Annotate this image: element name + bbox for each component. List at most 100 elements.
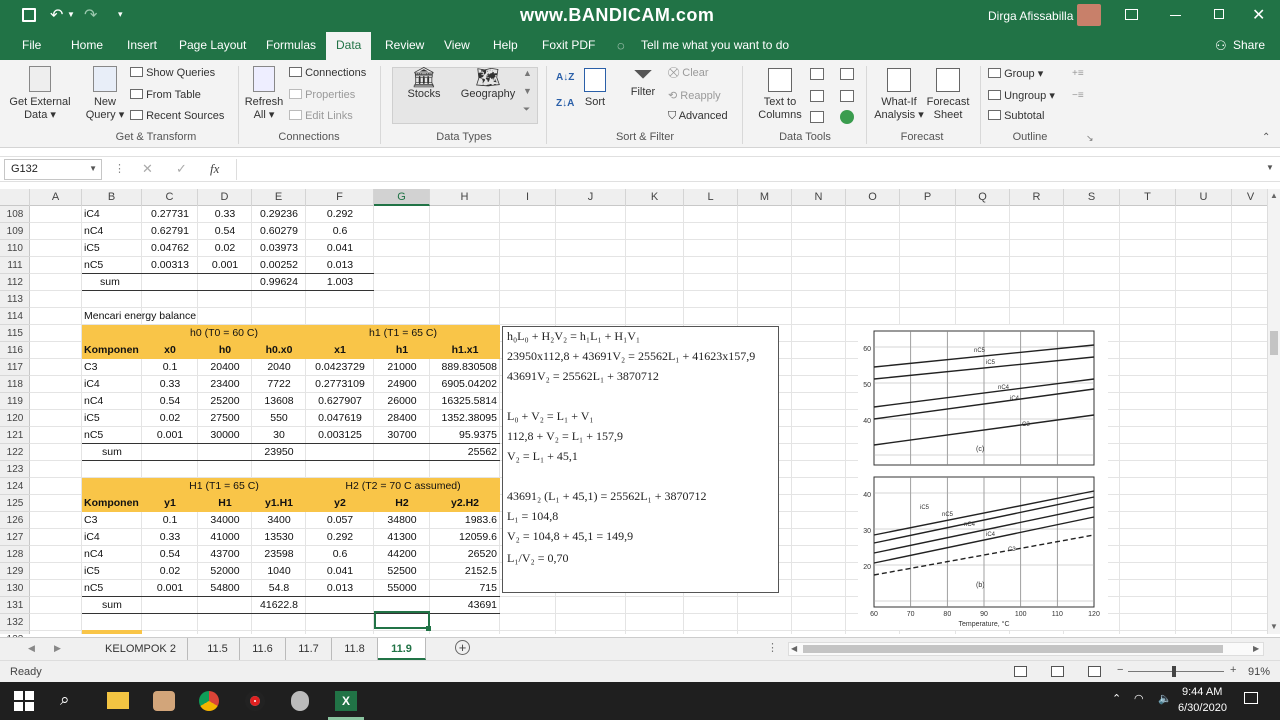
consolidate-icon[interactable] — [840, 68, 854, 80]
section-title[interactable]: Mencari energy balance — [82, 308, 282, 325]
redo-icon[interactable]: ↷ — [84, 5, 97, 25]
equation-textbox[interactable]: h₀L₀ + H₂V₂ = h₁L₁ + H₁V₁ 23950x112,8 + 4… — [502, 326, 779, 593]
table-cell[interactable]: 26000 — [374, 393, 430, 410]
table-cell[interactable]: 0.057 — [306, 512, 374, 529]
table-cell[interactable] — [374, 444, 430, 461]
row-header-115[interactable]: 115 — [0, 325, 30, 342]
row-header-124[interactable]: 124 — [0, 478, 30, 495]
table-cell[interactable]: 25200 — [198, 393, 252, 410]
tab-help[interactable]: Help — [493, 38, 518, 52]
group-header-right[interactable]: h1 (T1 = 65 C) — [306, 325, 500, 342]
table-cell[interactable]: 95.9375 — [430, 427, 500, 444]
table-cell[interactable]: 12059.6 — [430, 529, 500, 546]
page-layout-view-icon[interactable] — [1051, 666, 1064, 677]
show-detail-icon[interactable]: +≡ — [1072, 68, 1084, 79]
app-icon[interactable] — [291, 691, 309, 711]
table-cell[interactable]: 0.33 — [142, 529, 198, 546]
component-name[interactable]: nC5 — [82, 580, 142, 597]
ribbon-display-icon[interactable] — [1125, 9, 1138, 20]
table-cell[interactable] — [306, 597, 374, 614]
component-name[interactable]: iC5 — [82, 410, 142, 427]
row-header-116[interactable]: 116 — [0, 342, 30, 359]
minimize-icon[interactable] — [1170, 15, 1181, 16]
new-sheet-icon[interactable]: + — [455, 640, 470, 655]
column-header-l[interactable]: L — [684, 189, 738, 206]
close-icon[interactable]: ✕ — [1252, 5, 1265, 25]
table-cell[interactable]: 13530 — [252, 529, 306, 546]
advanced-button[interactable]: ⛉ Advanced — [668, 110, 728, 123]
relationships-icon[interactable] — [840, 90, 854, 102]
tab-data[interactable]: Data — [326, 32, 372, 60]
normal-view-icon[interactable] — [1014, 666, 1027, 677]
column-header-r[interactable]: R — [1010, 189, 1064, 206]
cancel-entry-icon[interactable]: ✕ — [142, 161, 153, 177]
table-cell[interactable]: 0.02 — [198, 240, 252, 257]
table-cell[interactable] — [198, 597, 252, 614]
table-cell[interactable]: 0.00252 — [252, 257, 306, 274]
tab-split-icon[interactable]: ⋮ — [767, 641, 778, 654]
scroll-up-icon[interactable]: ▲ — [1270, 191, 1278, 200]
recent-sources-button[interactable]: Recent Sources — [130, 110, 224, 122]
group-header-left[interactable]: h0 (T0 = 60 C) — [142, 325, 306, 342]
table-cell[interactable]: 27500 — [198, 410, 252, 427]
row-header-119[interactable]: 119 — [0, 393, 30, 410]
row-header-130[interactable]: 130 — [0, 580, 30, 597]
show-queries-button[interactable]: Show Queries — [130, 67, 215, 79]
table-cell[interactable]: 0.02 — [142, 563, 198, 580]
row-header-117[interactable]: 117 — [0, 359, 30, 376]
group-button[interactable]: Group ▾ — [988, 67, 1043, 80]
table-cell[interactable]: 23950 — [252, 444, 306, 461]
properties-button[interactable]: Properties — [289, 89, 355, 101]
bandicam-record-icon[interactable] — [245, 691, 265, 711]
scroll-left-icon[interactable]: ◀ — [791, 644, 797, 653]
column-label-y1[interactable]: y1 — [142, 495, 198, 512]
more-options-icon[interactable]: ⋮ — [114, 162, 125, 175]
row-header-118[interactable]: 118 — [0, 376, 30, 393]
share-button[interactable]: Share — [1233, 38, 1265, 52]
zoom-slider[interactable] — [1128, 671, 1224, 672]
row-header-114[interactable]: 114 — [0, 308, 30, 325]
table-cell[interactable]: 23400 — [198, 376, 252, 393]
sheet-tab-11-5[interactable]: 11.5 — [196, 638, 240, 660]
table-cell[interactable]: 0.2773109 — [306, 376, 374, 393]
search-icon[interactable]: ⌕ — [60, 690, 88, 716]
column-header-t[interactable]: T — [1120, 189, 1176, 206]
component-name[interactable]: nC4 — [82, 223, 142, 240]
table-cell[interactable]: 52000 — [198, 563, 252, 580]
row-header-131[interactable]: 131 — [0, 597, 30, 614]
notification-icon[interactable] — [1244, 692, 1258, 704]
column-header-f[interactable]: F — [306, 189, 374, 206]
reapply-button[interactable]: ⟲ Reapply — [668, 89, 721, 102]
table-cell[interactable]: 0.1 — [142, 512, 198, 529]
scroll-down-icon[interactable]: ▼ — [1270, 622, 1278, 631]
tab-page-layout[interactable]: Page Layout — [179, 38, 246, 52]
row-header-128[interactable]: 128 — [0, 546, 30, 563]
clear-button[interactable]: ⛒ Clear — [668, 67, 709, 80]
table-cell[interactable]: 1040 — [252, 563, 306, 580]
column-header-c[interactable]: C — [142, 189, 198, 206]
table-cell[interactable]: 0.99624 — [252, 274, 306, 291]
table-cell[interactable]: 54.8 — [252, 580, 306, 597]
table-cell[interactable]: 0.54 — [198, 223, 252, 240]
collapse-ribbon-icon[interactable]: ⌃ — [1262, 132, 1270, 143]
row-header-113[interactable]: 113 — [0, 291, 30, 308]
zoom-in-icon[interactable]: + — [1230, 664, 1236, 676]
get-external-data-button[interactable]: Get External Data ▾ — [6, 66, 74, 122]
column-header-k[interactable]: K — [626, 189, 684, 206]
file-explorer-icon[interactable] — [107, 692, 129, 709]
table-cell[interactable]: 41000 — [198, 529, 252, 546]
manage-data-model-icon[interactable] — [840, 110, 854, 124]
forecast-sheet-button[interactable]: Forecast Sheet — [924, 68, 972, 122]
column-header-q[interactable]: Q — [956, 189, 1010, 206]
flash-fill-icon[interactable] — [810, 68, 824, 80]
filter-button[interactable]: ⏷ Filter — [626, 63, 660, 99]
sheet-tab-11-7[interactable]: 11.7 — [286, 638, 332, 660]
table-cell[interactable]: 0.02 — [142, 410, 198, 427]
clock-date[interactable]: 6/30/2020 — [1178, 702, 1227, 714]
table-cell[interactable]: 0.292 — [306, 529, 374, 546]
fill-handle[interactable] — [426, 626, 431, 631]
component-name[interactable]: sum — [82, 444, 142, 461]
table-cell[interactable]: 54800 — [198, 580, 252, 597]
tab-formulas[interactable]: Formulas — [266, 38, 316, 52]
table-cell[interactable]: 2152.5 — [430, 563, 500, 580]
